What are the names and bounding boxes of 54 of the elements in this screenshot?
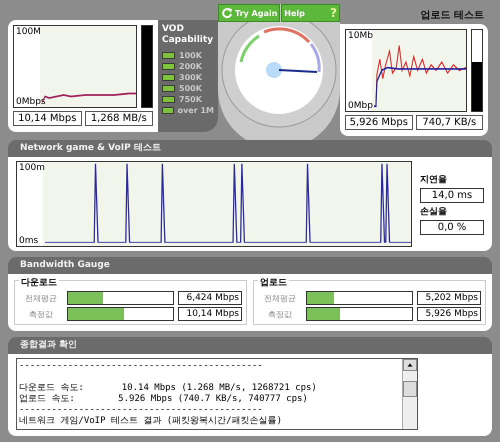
scroll-thumb[interactable]: [403, 381, 417, 397]
gauge-value: 5,926 Mbps: [417, 307, 481, 321]
vod-level-label: 750K: [179, 95, 202, 104]
vod-level-label: over 1M: [178, 106, 214, 115]
led-icon: [162, 74, 175, 81]
gauge-button[interactable]: Try Again: [218, 4, 280, 22]
speed-reading: 740,7 KB/s: [416, 115, 483, 130]
axis-label: 0ms: [19, 236, 38, 246]
vod-level-label: 100K: [179, 51, 202, 60]
loss-label: 손실율: [420, 206, 448, 218]
loss-value: 0,0 %: [420, 220, 484, 235]
group-title: 다운로드: [19, 276, 59, 289]
axis-label: 100m: [19, 163, 45, 173]
gauge-value: 10,14 Mbps: [178, 307, 242, 321]
axis-label: 100M: [16, 27, 41, 37]
result-line: ---------------------------------------------: [19, 405, 264, 416]
result-line: ---------------------------------------------: [19, 361, 264, 372]
vod-title: VOD Capability: [162, 24, 214, 46]
latency-label: 지연율: [420, 174, 448, 186]
result-line: 다운로드 속도: 10.14 Mbps (1.268 MB/s, 1268721 cps): [19, 383, 318, 394]
help-icon: ?: [330, 6, 337, 20]
vod-level-label: 500K: [179, 84, 202, 93]
axis-label: 0Mbps: [16, 97, 46, 107]
vod-level-label: 200K: [179, 62, 202, 71]
speed-reading: 1,268 MB/s: [84, 111, 153, 126]
led-icon: [162, 85, 175, 92]
vod-level-label: 300K: [179, 73, 202, 82]
section-header: 종합결과 확인: [8, 337, 492, 354]
axis-label: 0Mbp: [348, 101, 373, 111]
led-icon: [162, 52, 175, 59]
speed-reading: 10,14 Mbps: [13, 111, 82, 126]
speed-reading: 5,926 Mbps: [345, 115, 412, 130]
result-line: 네트워크 게임/VoIP 테스트 결과 (패킷왕복시간/패킷손실률): [19, 416, 284, 427]
gauge-value: 6,424 Mbps: [178, 291, 242, 305]
result-text-area[interactable]: [16, 358, 418, 430]
refresh-icon: [221, 7, 233, 19]
led-icon: [162, 107, 174, 114]
led-icon: [162, 63, 175, 70]
led-icon: [162, 96, 175, 103]
section-header: Network game & VoIP 테스트: [8, 140, 492, 157]
gauge-label: 측정값: [267, 308, 293, 320]
section-header: Bandwidth Gauge: [8, 257, 492, 274]
axis-label: 10Mb: [348, 31, 373, 41]
gauge-label: 전체평균: [263, 292, 297, 304]
gauge-button[interactable]: Help ?: [281, 4, 340, 22]
scrollbar[interactable]: [402, 359, 417, 429]
panel-title: 업로드 테스트: [420, 9, 485, 23]
group-title: 업로드: [258, 276, 289, 289]
gauge-label: 전체평균: [24, 292, 58, 304]
scroll-up-icon[interactable]: [403, 359, 417, 371]
gauge-label: 측정값: [28, 308, 54, 320]
gauge-value: 5,202 Mbps: [417, 291, 481, 305]
result-line: 업로드 속도: 5.926 Mbps (740.7 KB/s, 740777 cps): [19, 394, 309, 405]
latency-value: 14,0 ms: [420, 188, 484, 203]
